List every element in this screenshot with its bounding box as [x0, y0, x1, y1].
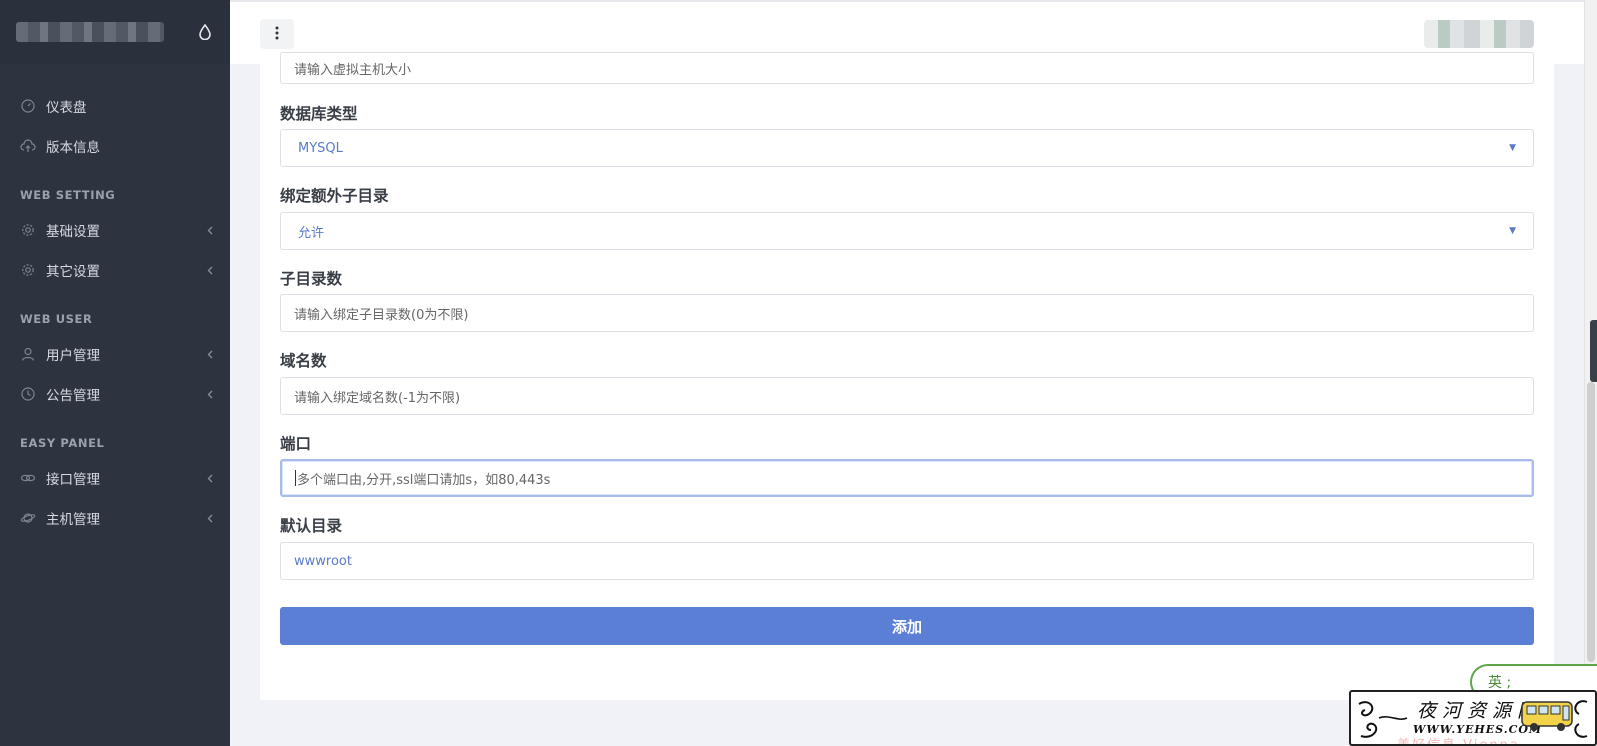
subdir-bind-value: 允许: [298, 225, 325, 241]
domain-count-placeholder: 请输入绑定域名数(-1为不限): [294, 390, 461, 406]
add-button[interactable]: 添加: [280, 607, 1534, 645]
sidebar-item-api[interactable]: 接口管理: [0, 458, 230, 498]
clock-icon: [20, 386, 36, 402]
more-menu-button[interactable]: [260, 19, 294, 49]
watermark-logo: 夜河资源网 WWW.YEHES.COM 美好信息 Vienna: [1349, 690, 1597, 746]
db-type-select[interactable]: MYSQL ▼: [280, 129, 1534, 167]
text-caret: [295, 470, 296, 486]
chevron-left-icon: [206, 348, 214, 360]
add-host-form: 请输入虚拟主机大小 数据库类型 MYSQL ▼ 绑定额外子目录 允许 ▼ 子目录…: [260, 52, 1554, 700]
subdir-count-placeholder: 请输入绑定子目录数(0为不限): [294, 307, 469, 323]
subdir-count-label: 子目录数: [280, 270, 343, 288]
sidebar-item-label: 仪表盘: [46, 100, 87, 116]
theme-drop-icon[interactable]: [198, 22, 212, 42]
host-size-placeholder: 请输入虚拟主机大小: [294, 62, 412, 78]
sidebar-item-label: 基础设置: [46, 224, 100, 240]
nav-section-title: EASY PANEL: [20, 436, 105, 450]
sidebar-item-other-settings[interactable]: 其它设置: [0, 250, 230, 290]
sidebar-item-label: 公告管理: [46, 388, 100, 404]
sidebar-item-label: 主机管理: [46, 512, 100, 528]
side-tool-tab[interactable]: [1590, 320, 1597, 382]
chevron-left-icon: [206, 472, 214, 484]
user-icon: [20, 346, 36, 362]
db-type-label: 数据库类型: [280, 105, 358, 123]
default-dir-value: wwwroot: [294, 553, 352, 569]
scrollbar-thumb[interactable]: [1587, 382, 1595, 662]
user-avatar[interactable]: [1424, 20, 1534, 48]
input-method-text: 英 ;: [1488, 675, 1512, 691]
sidebar-item-announcements[interactable]: 公告管理: [0, 374, 230, 414]
watermark-faded-text: 美好信息 Vienna: [1397, 738, 1520, 746]
sidebar-item-label: 版本信息: [46, 140, 100, 156]
brand-logo[interactable]: [16, 22, 164, 42]
host-size-input[interactable]: 请输入虚拟主机大小: [280, 52, 1534, 84]
gear-icon: [20, 222, 36, 238]
caret-down-icon: ▼: [1509, 143, 1516, 153]
sidebar-item-dashboard[interactable]: 仪表盘: [0, 86, 230, 126]
subdir-bind-select[interactable]: 允许 ▼: [280, 212, 1534, 250]
sidebar-brand: [0, 0, 230, 64]
planet-icon: [20, 510, 36, 526]
cloud-icon: [20, 138, 36, 154]
sidebar-nav: 仪表盘 版本信息 WEB SETTING 基础设置 其它设置 WEB USER: [0, 64, 230, 538]
sidebar-item-version[interactable]: 版本信息: [0, 126, 230, 166]
domain-count-input[interactable]: 请输入绑定域名数(-1为不限): [280, 377, 1534, 415]
chevron-left-icon: [206, 512, 214, 524]
port-input[interactable]: 多个端口由,分开,ssl端口请加s，如80,443s: [280, 459, 1534, 497]
sidebar-item-label: 接口管理: [46, 472, 100, 488]
caret-down-icon: ▼: [1509, 226, 1516, 236]
port-placeholder: 多个端口由,分开,ssl端口请加s，如80,443s: [297, 472, 551, 488]
sidebar-item-label: 用户管理: [46, 348, 100, 364]
port-label: 端口: [280, 435, 312, 453]
subdir-bind-label: 绑定额外子目录: [280, 187, 389, 205]
nav-section-title: WEB USER: [20, 312, 93, 326]
subdir-count-input[interactable]: 请输入绑定子目录数(0为不限): [280, 294, 1534, 332]
default-dir-label: 默认目录: [280, 517, 343, 535]
link-icon: [20, 470, 36, 486]
sidebar: 仪表盘 版本信息 WEB SETTING 基础设置 其它设置 WEB USER: [0, 0, 230, 746]
chevron-left-icon: [206, 388, 214, 400]
sidebar-item-basic-settings[interactable]: 基础设置: [0, 210, 230, 250]
chevron-left-icon: [206, 224, 214, 236]
nav-section-title: WEB SETTING: [20, 188, 116, 202]
ornament-right-icon: [1574, 700, 1588, 738]
gauge-icon: [20, 98, 36, 114]
sidebar-item-users[interactable]: 用户管理: [0, 334, 230, 374]
sidebar-item-hosts[interactable]: 主机管理: [0, 498, 230, 538]
gear-icon: [20, 262, 36, 278]
sidebar-item-label: 其它设置: [46, 264, 100, 280]
domain-count-label: 域名数: [280, 352, 327, 370]
more-vertical-icon: [275, 25, 279, 44]
default-dir-input[interactable]: wwwroot: [280, 542, 1534, 580]
chevron-left-icon: [206, 264, 214, 276]
db-type-value: MYSQL: [298, 140, 343, 156]
